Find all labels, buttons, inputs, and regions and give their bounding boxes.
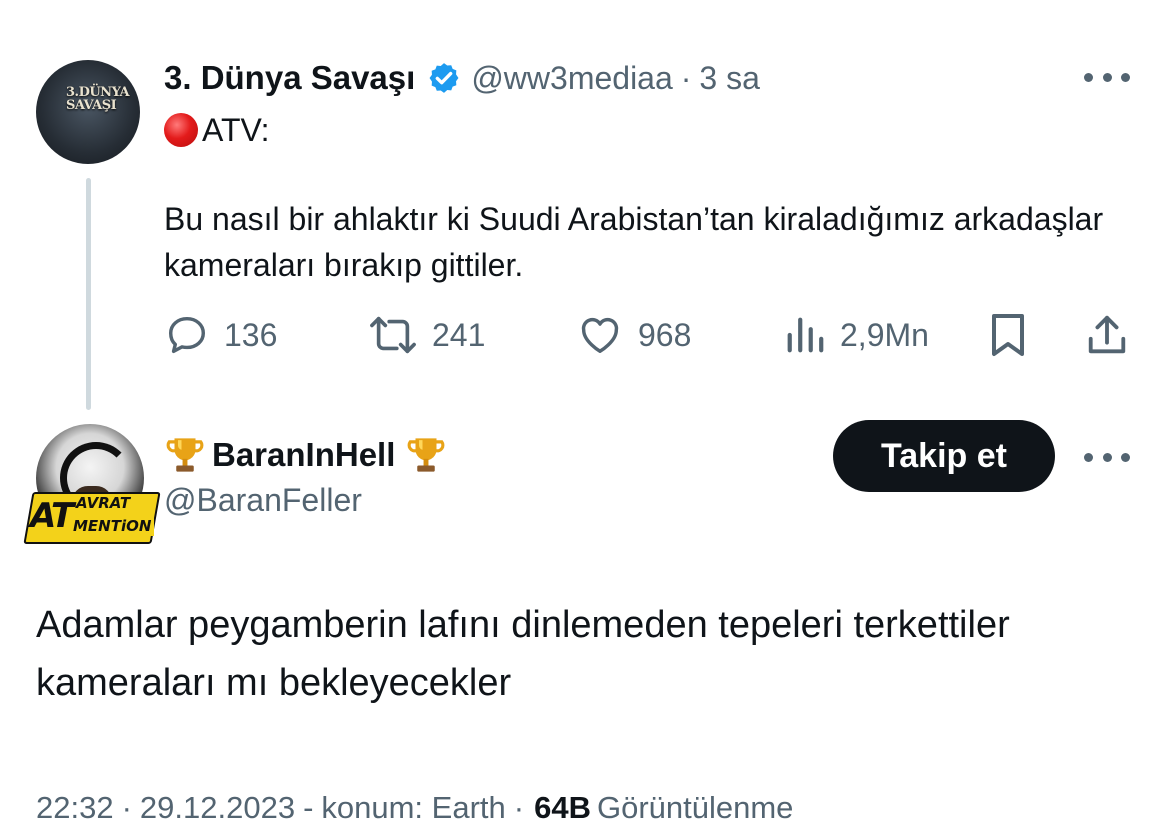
author-name[interactable]: 3. Dünya Savaşı [164, 59, 415, 97]
like-icon [581, 317, 619, 354]
more-options-button[interactable] [1084, 444, 1130, 470]
views-button[interactable]: 2,9Mn [784, 310, 929, 360]
more-icon [1084, 72, 1093, 82]
views-count[interactable]: 64B [534, 790, 591, 826]
trophy-icon [407, 438, 445, 472]
tweet-action-bar: 136 241 968 2,9Mn [164, 310, 1130, 360]
tweet-time[interactable]: 22:32 [36, 790, 114, 826]
more-options-button[interactable] [1084, 64, 1130, 90]
views-icon [787, 317, 824, 353]
separator-dot: · [121, 790, 132, 825]
trophy-icon [166, 438, 204, 472]
verified-badge-icon [429, 63, 459, 93]
separator-dot: · [680, 59, 692, 96]
avatar-badge-bottom-text: MENTiON [70, 516, 155, 536]
retweet-count: 241 [432, 316, 486, 353]
tweet-source-line: ATV: [164, 108, 270, 152]
thread-connector-line [86, 178, 91, 410]
reply-icon [168, 316, 206, 354]
parent-tweet-header: 3. Dünya Savaşı @ww3mediaa · 3 sa [164, 56, 760, 100]
avatar-badge-top-text: AVRAT [76, 494, 131, 512]
tweet-date[interactable]: 29.12.2023 [140, 790, 295, 826]
avatar-logo-text: 3.DÜNYA SAVAŞI [66, 85, 130, 113]
views-label: Görüntülenme [596, 790, 794, 825]
reply-count: 136 [224, 316, 278, 353]
tweet-timestamp[interactable]: 3 sa [699, 60, 759, 97]
reply-button[interactable]: 136 [164, 310, 277, 360]
tweet-location: konum: Earth [321, 790, 506, 825]
author-name[interactable]: BaranInHell [212, 436, 395, 474]
source-label: ATV: [202, 111, 270, 148]
reply-tweet-text: Adamlar peygamberin lafını dinlemeden te… [36, 604, 1010, 704]
bookmark-icon [992, 314, 1024, 356]
retweet-button[interactable]: 241 [368, 310, 485, 360]
share-button[interactable] [1084, 310, 1130, 360]
follow-button[interactable]: Takip et [833, 420, 1055, 492]
bookmark-button[interactable] [986, 310, 1030, 360]
author-handle[interactable]: @ww3mediaa [471, 60, 672, 97]
separator-dot: · [513, 790, 525, 825]
share-icon [1088, 315, 1126, 354]
red-circle-icon [164, 113, 198, 147]
avatar-badge-at: AT [30, 496, 74, 536]
more-icon [1084, 452, 1093, 462]
avatar-ww3mediaa[interactable]: 3.DÜNYA SAVAŞI [36, 60, 140, 164]
tweet-meta-footer: 22:32 · 29.12.2023 - konum: Earth · 64B … [36, 790, 794, 826]
like-button[interactable]: 968 [576, 310, 691, 360]
like-count: 968 [638, 316, 692, 353]
author-handle[interactable]: @BaranFeller [164, 478, 362, 522]
views-count: 2,9Mn [840, 316, 929, 353]
retweet-icon [370, 316, 416, 354]
parent-tweet-text: Bu nasıl bir ahlaktır ki Suudi Arabistan… [164, 201, 1104, 283]
reply-tweet-header: BaranInHell [164, 430, 447, 480]
